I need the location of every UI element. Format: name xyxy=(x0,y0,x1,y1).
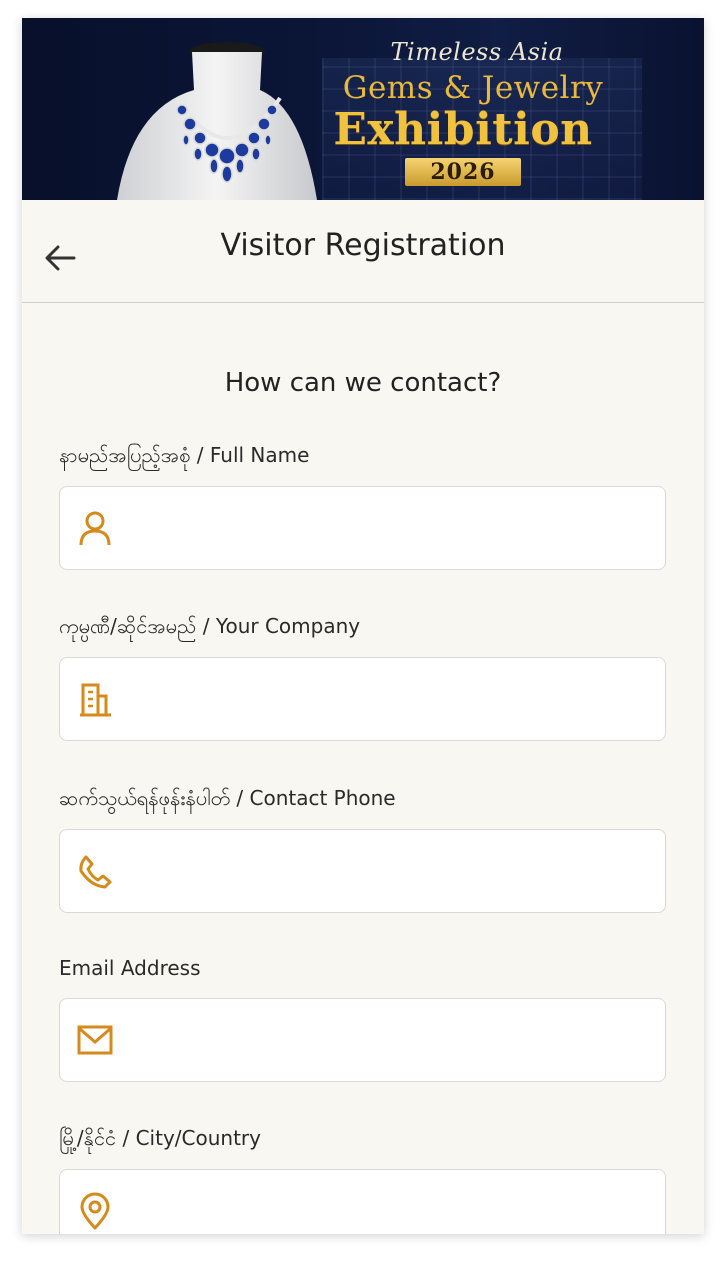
full-name-label: နာမည်အပြည့်အစုံ / Full Name xyxy=(59,443,310,467)
company-label: ကုမ္ပဏီ/ဆိုင်အမည် / Your Company xyxy=(59,614,361,638)
app-screen: Timeless Asia Gems & Jewelry Exhibition … xyxy=(22,18,704,1234)
building-icon xyxy=(80,683,111,717)
phone-icon xyxy=(79,855,112,889)
email-label: Email Address xyxy=(59,956,201,980)
city-country-field[interactable] xyxy=(59,1169,666,1234)
email-field[interactable] xyxy=(59,998,666,1083)
necklace-bust-image xyxy=(117,42,317,200)
email-input[interactable] xyxy=(134,999,648,1083)
company-input[interactable] xyxy=(134,658,648,742)
contact-phone-field[interactable] xyxy=(59,829,666,914)
form-heading: How can we contact? xyxy=(224,368,502,398)
contact-phone-label: ဆက်သွယ်ရန်ဖုန်းနံပါတ် / Contact Phone xyxy=(59,786,396,810)
page-header: Visitor Registration xyxy=(22,200,704,303)
company-field[interactable] xyxy=(59,657,666,742)
exhibition-banner: Timeless Asia Gems & Jewelry Exhibition … xyxy=(22,18,704,200)
city-country-label: မြို့/နိုင်ငံ / City/Country xyxy=(59,1126,261,1150)
contact-phone-input[interactable] xyxy=(134,830,648,914)
user-icon xyxy=(79,511,111,546)
mail-icon xyxy=(77,1025,113,1055)
location-pin-icon xyxy=(80,1192,110,1230)
city-country-input[interactable] xyxy=(134,1170,648,1234)
banner-title: Exhibition xyxy=(333,104,593,155)
full-name-input[interactable] xyxy=(134,487,648,571)
banner-subtitle: Gems & Jewelry xyxy=(342,70,604,106)
banner-year: 2026 xyxy=(405,158,521,186)
page-title: Visitor Registration xyxy=(220,228,506,263)
full-name-field[interactable] xyxy=(59,486,666,571)
banner-brand: Timeless Asia xyxy=(390,38,564,66)
